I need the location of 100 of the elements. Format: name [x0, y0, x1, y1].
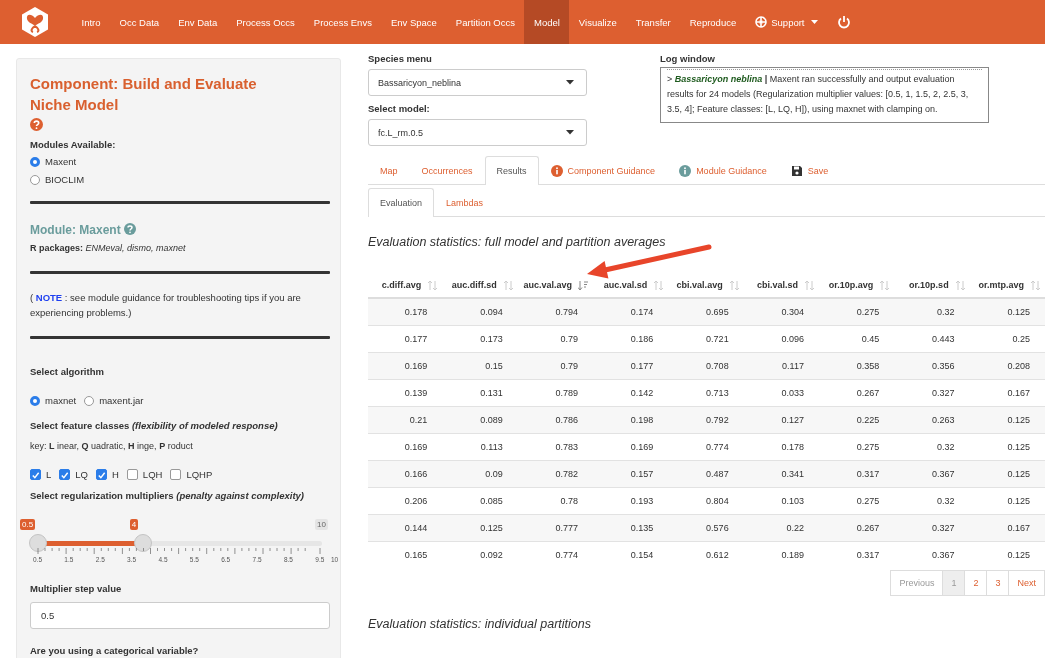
note-text: ( NOTE : see module guidance for troubleshooting tips if you are experiencing problems.) — [30, 291, 302, 320]
table-cell: 0.317 — [819, 460, 896, 488]
table-cell: 0.275 — [819, 487, 896, 515]
sort-descending-icon[interactable] — [578, 280, 588, 292]
table-cell: 0.708 — [669, 352, 745, 380]
sort-icon[interactable] — [879, 280, 890, 292]
value-label: 4 — [129, 519, 139, 530]
checkbox-option[interactable]: LQH — [126, 469, 163, 480]
table-cell: 0.783 — [518, 433, 594, 461]
page-button[interactable]: 2 — [964, 570, 988, 597]
table-cell: 0.341 — [744, 460, 820, 488]
help-icon[interactable] — [123, 223, 136, 235]
radio-button[interactable] — [84, 395, 95, 406]
table-cell: 0.79 — [518, 325, 594, 353]
table-cell: 0.177 — [368, 325, 444, 353]
table-cell: 0.094 — [443, 298, 519, 326]
table-cell: 0.317 — [819, 541, 896, 569]
nav-tab[interactable]: Reproduce — [680, 0, 746, 44]
select-dropdown[interactable]: fc.L_rm.0.5 — [368, 119, 587, 146]
table-cell: 0.782 — [518, 460, 594, 488]
nav-tab[interactable]: Process Envs — [304, 0, 382, 44]
radio-button[interactable] — [30, 395, 40, 406]
page-button[interactable]: 3 — [986, 570, 1010, 597]
logo-icon[interactable] — [20, 6, 50, 38]
table-cell: 0.774 — [669, 433, 745, 461]
table-cell: 0.169 — [368, 433, 444, 461]
tab[interactable]: Module Guidance — [667, 156, 779, 184]
categorical-label: Are you using a categorical variable? — [30, 644, 199, 658]
checkbox-option[interactable]: LQHP — [170, 469, 213, 480]
table-cell: 0.695 — [669, 298, 745, 326]
table-cell: 0.189 — [744, 541, 820, 569]
sort-icon[interactable] — [1030, 280, 1040, 292]
checkbox-option[interactable]: LQ — [59, 469, 88, 480]
sort-icon[interactable] — [803, 280, 814, 292]
tab[interactable]: Evaluation — [368, 188, 435, 217]
table-cell: 0.033 — [744, 379, 820, 407]
checkbox[interactable] — [170, 469, 182, 480]
table-cell: 0.125 — [443, 514, 519, 542]
sort-icon[interactable] — [954, 280, 965, 292]
table-cell: 0.713 — [669, 379, 745, 407]
value-label: 0.5 — [20, 519, 36, 530]
nav-tab[interactable]: Visualize — [569, 0, 627, 44]
tab[interactable]: Component Guidance — [538, 156, 668, 184]
nav-tab[interactable]: Transfer — [626, 0, 681, 44]
nav-tab[interactable]: Env Data — [168, 0, 227, 44]
nav-tab[interactable]: Intro — [72, 0, 110, 44]
checkbox[interactable] — [59, 469, 71, 480]
table-cell: 0.092 — [443, 541, 519, 569]
step-input-field[interactable]: 0.5 — [30, 602, 330, 629]
table-cell: 0.178 — [368, 298, 444, 326]
radio-button[interactable] — [30, 174, 40, 185]
table-cell: 0.125 — [970, 541, 1045, 569]
table-cell: 0.32 — [895, 433, 971, 461]
table-cell: 0.177 — [594, 352, 670, 380]
feature-classes-label: Select feature classes (flexibility of modeled response) — [30, 419, 278, 433]
feature-key-text: key: L inear, Q uadratic, H inge, P roduct — [30, 440, 193, 453]
table-cell: 0.113 — [443, 433, 519, 461]
table-cell: 0.127 — [744, 406, 820, 434]
tab[interactable]: Occurrences — [409, 156, 485, 184]
component-title: Component: Build and Evaluate Niche Model — [30, 74, 258, 115]
table-cell: 0.178 — [744, 433, 820, 461]
table-cell: 0.117 — [744, 352, 820, 380]
tab[interactable]: Lambdas — [434, 188, 496, 216]
checkbox[interactable] — [126, 469, 138, 480]
nav-tab[interactable]: Process Occs — [226, 0, 305, 44]
sort-icon[interactable] — [502, 280, 513, 292]
table-cell: 0.792 — [669, 406, 745, 434]
nav-tab[interactable]: Partition Occs — [446, 0, 525, 44]
help-icon[interactable] — [30, 118, 43, 131]
info-icon — [550, 164, 563, 177]
table-cell: 0.206 — [368, 487, 444, 515]
nav-tab[interactable]: Env Space — [381, 0, 447, 44]
tab[interactable]: Results — [484, 156, 539, 185]
slider-handle[interactable] — [133, 534, 152, 552]
checkbox-option[interactable]: L — [30, 469, 52, 480]
tab[interactable]: Save — [778, 156, 841, 184]
sort-icon[interactable] — [653, 280, 664, 292]
checkbox[interactable] — [96, 469, 107, 480]
table-cell: 0.275 — [819, 433, 896, 461]
sort-icon[interactable] — [427, 280, 438, 292]
nav-tab[interactable]: Model — [524, 0, 570, 44]
algorithm-label: Select algorithm — [30, 365, 104, 379]
slider-handle[interactable] — [29, 534, 47, 552]
table-cell: 0.32 — [895, 487, 971, 515]
checkbox-option[interactable]: H — [96, 469, 119, 480]
radio-option[interactable]: BIOCLIM — [30, 174, 85, 185]
table-cell: 0.157 — [594, 460, 670, 488]
radio-option[interactable]: maxnet — [30, 395, 77, 406]
nav-tab[interactable]: Occ Data — [110, 0, 169, 44]
table-cell: 0.144 — [368, 514, 444, 542]
table-cell: 0.45 — [819, 325, 896, 353]
radio-button[interactable] — [30, 156, 40, 167]
radio-option[interactable]: Maxent — [30, 156, 85, 167]
select-dropdown[interactable]: Bassaricyon_neblina — [368, 69, 587, 96]
radio-option[interactable]: maxent.jar — [84, 395, 144, 406]
sort-icon[interactable] — [728, 280, 739, 292]
next-button[interactable]: Next — [1008, 570, 1045, 597]
tab[interactable]: Map — [368, 156, 410, 184]
checkbox[interactable] — [30, 469, 41, 480]
nav-tab[interactable]: Support — [745, 0, 827, 44]
